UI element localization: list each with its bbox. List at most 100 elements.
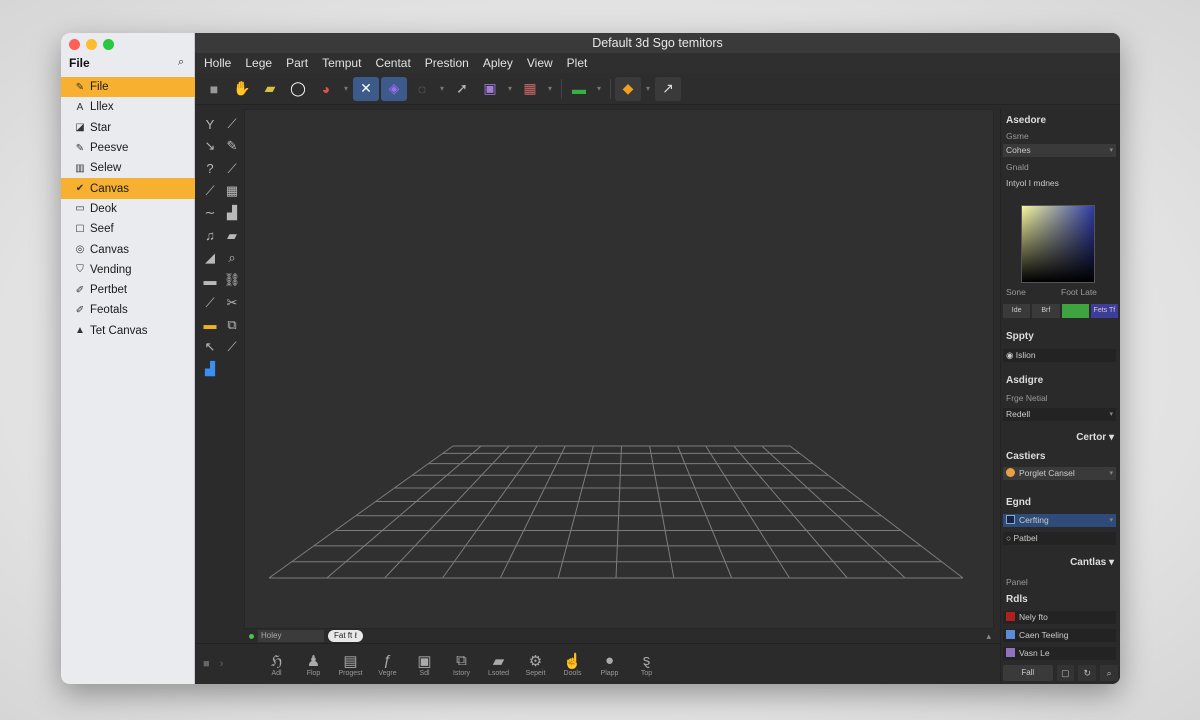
layer-icon[interactable]: ■ [201, 77, 227, 101]
chevron-down-icon[interactable]: ▾ [594, 77, 604, 101]
patbel-field[interactable]: ○ Patbel [1003, 532, 1116, 545]
smudge-icon[interactable]: ↘ [199, 138, 221, 154]
knife-tool-icon[interactable]: ⟋ [199, 295, 221, 311]
dock-item-top[interactable]: ȿ Top [631, 652, 662, 677]
sidebar-item-lllex[interactable]: A Lllex [61, 97, 195, 117]
menu-lege[interactable]: Lege [245, 56, 272, 70]
lasso-icon[interactable]: ◌ [409, 77, 435, 101]
sidebar-item-canvas-2[interactable]: ◎ Canvas [61, 239, 195, 259]
dock-item-adl[interactable]: ℌ Adl [261, 652, 292, 677]
dock-item-dools[interactable]: ☝ Dools [557, 652, 588, 677]
sidebar-item-peesve[interactable]: ✎ Peesve [61, 138, 195, 158]
dock-item-istory[interactable]: ⧉ Istory [446, 652, 477, 677]
cut-tool-icon[interactable]: ✂ [221, 295, 243, 311]
menu-prestion[interactable]: Prestion [425, 56, 469, 70]
zoom-window-button[interactable] [103, 39, 114, 50]
search-icon[interactable]: ⌕ [1100, 665, 1118, 681]
table-tool-icon[interactable]: ▦ [221, 183, 243, 199]
sidebar-item-star[interactable]: ◪ Star [61, 118, 195, 138]
sidebar-item-canvas[interactable]: ✔ Canvas [61, 178, 195, 199]
chevron-down-icon[interactable]: ▾ [505, 77, 515, 101]
ring-icon[interactable]: ◯ [285, 77, 311, 101]
fall-button[interactable]: Fall [1003, 665, 1053, 681]
dock-item-progest[interactable]: ▤ Progest [335, 652, 366, 677]
dock-item-vegre[interactable]: ƒ Vegre [372, 652, 403, 677]
rect-tool-icon[interactable]: ▬ [199, 273, 221, 288]
shape-tool-icon[interactable]: ▰ [221, 228, 243, 244]
swatch-green[interactable] [1061, 304, 1089, 318]
cohes-select[interactable]: Cohes ▾ [1003, 144, 1116, 157]
search-icon[interactable]: ⌕ [178, 56, 184, 69]
close-window-button[interactable] [69, 39, 80, 50]
sidebar-item-deok[interactable]: ▭ Deok [61, 199, 195, 219]
page-icon[interactable]: ▢ [1056, 665, 1075, 681]
pen-tool-icon[interactable]: ⟋ [221, 116, 243, 132]
menu-holle[interactable]: Holle [204, 56, 231, 70]
dock-arrow-icon[interactable]: › [220, 658, 224, 670]
chevron-down-icon[interactable]: ▾ [545, 77, 555, 101]
line-tool-icon[interactable]: ⟋ [199, 183, 221, 199]
cerfting-select[interactable]: Cerfting ▾ [1003, 514, 1116, 527]
bend-tool-icon[interactable]: ◢ [199, 250, 221, 266]
music-icon[interactable]: ♫ [199, 228, 221, 243]
chevron-down-icon[interactable]: ▾ [437, 77, 447, 101]
chevron-down-icon[interactable]: ▾ [341, 77, 351, 101]
color-picker[interactable] [1021, 205, 1095, 283]
chevron-down-icon[interactable]: ▾ [643, 77, 653, 101]
dock-square-icon[interactable]: ■ [203, 658, 210, 670]
dock-item-sdl[interactable]: ▣ Sdl [409, 652, 440, 677]
layers-tool-icon[interactable]: ▟ [199, 361, 221, 377]
menu-apley[interactable]: Apley [483, 56, 513, 70]
dock-item-flop[interactable]: ♟ Flop [298, 652, 329, 677]
curve-icon[interactable]: ↗ [655, 76, 681, 101]
brush-tool-icon[interactable]: ⟋ [221, 161, 243, 177]
frame-icon[interactable]: ▣ [477, 77, 503, 101]
pin-tool-icon[interactable]: ↖ [199, 339, 221, 355]
redell-select[interactable]: Redell ▾ [1003, 408, 1116, 421]
sidebar-item-file[interactable]: ✎ File [61, 77, 208, 98]
pointer-icon[interactable]: ➚ [449, 77, 475, 101]
minimize-window-button[interactable] [86, 39, 97, 50]
layer-item[interactable]: Nely fto [1003, 611, 1116, 624]
menu-centat[interactable]: Centat [375, 56, 410, 70]
dock-item-sepeit[interactable]: ⚙ Sepeit [520, 652, 551, 677]
menu-plet[interactable]: Plet [567, 56, 588, 70]
link-tool-icon[interactable]: ⛓ [221, 272, 243, 288]
hand-icon[interactable]: ✋ [229, 77, 255, 101]
swatch-ide[interactable]: Ide [1003, 304, 1031, 318]
layer-item[interactable]: Vasn Le [1003, 647, 1116, 660]
sidebar-item-pertbet[interactable]: ✐ Pertbet [61, 280, 195, 300]
cantlas-dropdown[interactable]: Cantlas ▾ [1070, 557, 1114, 568]
dock-item-plapp[interactable]: ● Plapp [594, 652, 625, 677]
3d-viewport[interactable] [244, 109, 994, 629]
collapse-icon[interactable]: ▴ [986, 631, 991, 642]
zoom-tool-icon[interactable]: ⌕ [221, 250, 243, 266]
swatch-fets[interactable]: Fets Tf [1090, 304, 1118, 318]
dock-item-lsoted[interactable]: ▰ Lsoted [483, 652, 514, 677]
wand-tool-icon[interactable]: ⟋ [221, 339, 243, 355]
folder-icon[interactable]: ▬ [566, 77, 592, 101]
eraser-icon[interactable]: ◆ [615, 76, 641, 101]
color-wheel-icon[interactable]: ◕ [313, 77, 339, 101]
sidebar-item-tet-canvas[interactable]: ▲ Tet Canvas [61, 321, 195, 341]
layer-item[interactable]: Caen Teeling [1003, 629, 1116, 642]
menu-view[interactable]: View [527, 56, 553, 70]
grid-view-icon[interactable]: ▦ [517, 77, 543, 101]
refresh-icon[interactable]: ↻ [1078, 665, 1097, 681]
selection-icon[interactable]: Y [199, 117, 221, 132]
sidebar-item-selew[interactable]: ▥ Selew [61, 158, 195, 178]
transform-icon[interactable]: ✕ [353, 76, 379, 101]
menu-part[interactable]: Part [286, 56, 308, 70]
swatch-brf[interactable]: Brf [1032, 304, 1060, 318]
copy-tool-icon[interactable]: ⧉ [221, 317, 243, 333]
sidebar-item-feotals[interactable]: ✐ Feotals [61, 300, 195, 320]
islion-field[interactable]: ◉ Islion [1003, 349, 1116, 362]
wave-tool-icon[interactable]: ∼ [199, 205, 221, 221]
certor-dropdown[interactable]: Certor ▾ [1076, 432, 1114, 443]
bucket-icon[interactable]: ▰ [257, 77, 283, 101]
marker-tool-icon[interactable]: ▬ [199, 317, 221, 332]
cancel-select[interactable]: Porglet Cansel ▾ [1003, 467, 1116, 480]
text-tool-icon[interactable]: ? [199, 161, 221, 176]
menu-temput[interactable]: Temput [322, 56, 361, 70]
view-pill[interactable]: Fat ft ℓ [328, 630, 364, 642]
